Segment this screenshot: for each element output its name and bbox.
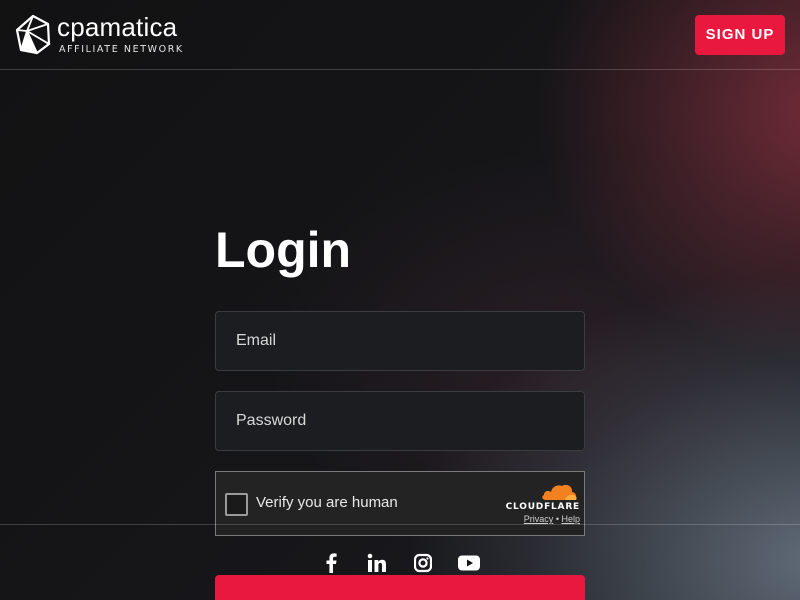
signup-button[interactable]: SIGN UP (695, 15, 785, 55)
captcha-label: Verify you are human (256, 494, 398, 511)
youtube-icon[interactable] (458, 553, 480, 573)
brand-name: cpamatica (57, 12, 178, 42)
privacy-link[interactable]: Privacy (524, 514, 554, 524)
instagram-icon[interactable] (414, 553, 432, 573)
cloudflare-wordmark: CLOUDFLARE (505, 502, 580, 512)
linkedin-icon[interactable] (367, 553, 387, 573)
cloudflare-branding: CLOUDFLARE Privacy • Help (502, 483, 580, 524)
email-input[interactable] (236, 332, 584, 350)
page-title: Login (215, 222, 352, 278)
facebook-icon[interactable] (324, 553, 338, 573)
cloudflare-cloud-icon (542, 484, 577, 500)
brand-wordmark: cpamatica AFFILIATE NETWORK (57, 14, 184, 55)
cpamatica-logo-icon (15, 14, 51, 55)
cloudflare-links: Privacy • Help (502, 514, 580, 524)
password-field[interactable] (215, 391, 585, 451)
captcha-checkbox[interactable] (225, 493, 248, 516)
brand-tagline: AFFILIATE NETWORK (59, 44, 184, 55)
link-separator: • (555, 514, 559, 524)
email-field[interactable] (215, 311, 585, 371)
footer-divider (0, 524, 800, 525)
password-input[interactable] (236, 412, 584, 430)
brand-logo[interactable]: cpamatica AFFILIATE NETWORK (15, 14, 184, 55)
captcha-widget: Verify you are human CLOUDFLARE Privacy … (215, 471, 585, 536)
top-header: cpamatica AFFILIATE NETWORK SIGN UP (0, 0, 800, 70)
help-link[interactable]: Help (561, 514, 580, 524)
login-button[interactable]: LOGIN (215, 575, 585, 600)
